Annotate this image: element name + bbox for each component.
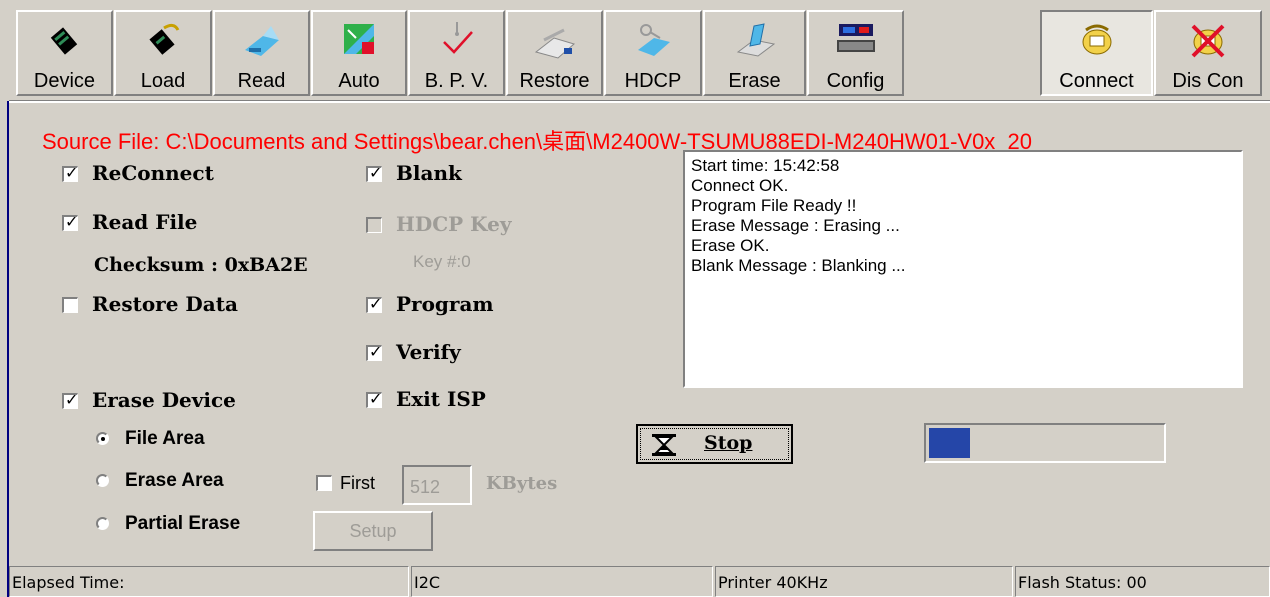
erase-area-label: Erase Area	[125, 470, 224, 491]
chip-icon	[50, 27, 77, 55]
exit-isp-label: Exit ISP	[396, 387, 486, 411]
reconnect-label: ReConnect	[92, 161, 214, 185]
first-checkbox[interactable]: First	[316, 473, 375, 494]
stop-label: Stop	[704, 432, 753, 454]
interface-panel: I2C	[411, 566, 713, 597]
disconnect-phone-icon	[1191, 24, 1225, 58]
auto-button[interactable]: Auto	[311, 10, 407, 96]
bpv-check-icon	[442, 22, 473, 54]
progress-fill	[929, 428, 970, 458]
progress-bar	[924, 423, 1166, 463]
blank-checkbox[interactable]: ✓ Blank	[366, 161, 462, 185]
disconnect-button-label: Dis Con	[1172, 70, 1244, 92]
hourglass-icon	[652, 434, 676, 456]
blank-label: Blank	[396, 161, 462, 185]
verify-checkbox[interactable]: ✓ Verify	[366, 340, 461, 364]
restore-data-label: Restore Data	[92, 292, 238, 316]
restore-icon	[534, 28, 575, 59]
restore-data-checkbox[interactable]: Restore Data	[62, 292, 238, 316]
log-line: Connect OK.	[691, 176, 789, 195]
exit-isp-check-box[interactable]: ✓	[366, 389, 382, 408]
stop-button[interactable]: Stop	[636, 424, 793, 464]
file-area-label: File Area	[125, 428, 205, 449]
erase-area-radio-dot[interactable]	[96, 474, 109, 487]
program-checkbox[interactable]: ✓ Program	[366, 292, 494, 316]
config-button[interactable]: Config	[807, 10, 904, 96]
read-button[interactable]: Read	[213, 10, 310, 96]
kbytes-label: KBytes	[486, 473, 558, 494]
setup-button[interactable]: Setup	[313, 511, 433, 551]
key-number-label: Key #:0	[413, 252, 471, 271]
read-button-label: Read	[237, 70, 286, 92]
device-button[interactable]: Device	[16, 10, 113, 96]
program-check-box[interactable]: ✓	[366, 294, 382, 313]
toolbar-divider	[9, 100, 1270, 103]
first-label: First	[340, 473, 375, 493]
erase-area-radio[interactable]: Erase Area	[96, 470, 224, 492]
auto-icon	[344, 24, 374, 54]
connect-button-label: Connect	[1059, 70, 1134, 92]
first-check-box[interactable]	[316, 475, 332, 491]
hdcp-key-check-box	[366, 217, 382, 233]
erase-device-checkbox[interactable]: ✓ Erase Device	[62, 388, 236, 412]
erase-icon	[736, 23, 775, 57]
config-computer-icon	[836, 24, 875, 52]
load-button-label: Load	[140, 70, 186, 92]
restore-button[interactable]: Restore	[506, 10, 603, 96]
read-icon	[244, 26, 279, 56]
erase-device-label: Erase Device	[92, 388, 236, 412]
read-file-checkbox[interactable]: ✓ Read File	[62, 210, 197, 234]
auto-button-label: Auto	[338, 70, 380, 92]
blank-check-box[interactable]: ✓	[366, 163, 382, 182]
reconnect-checkbox[interactable]: ✓ ReConnect	[62, 161, 214, 185]
file-area-radio-dot[interactable]	[96, 432, 109, 445]
load-button[interactable]: Load	[114, 10, 212, 96]
log-line: Program File Ready !!	[691, 196, 857, 215]
hdcp-button-label: HDCP	[624, 70, 682, 92]
hdcp-button[interactable]: HDCP	[604, 10, 702, 96]
bpv-button[interactable]: B. P. V.	[408, 10, 505, 96]
hdcp-key-label: HDCP Key	[396, 212, 512, 236]
read-file-label: Read File	[92, 210, 198, 234]
restore-data-check-box[interactable]	[62, 297, 78, 313]
program-label: Program	[396, 292, 494, 316]
bpv-button-label: B. P. V.	[424, 70, 489, 92]
partial-erase-radio-dot[interactable]	[96, 517, 109, 530]
log-line: Start time: 15:42:58	[691, 156, 840, 175]
config-button-label: Config	[826, 70, 885, 92]
load-chip-icon	[149, 23, 180, 55]
log-output: Start time: 15:42:58 Connect OK. Program F…	[683, 150, 1243, 388]
erase-device-check-box[interactable]: ✓	[62, 390, 78, 409]
disconnect-button[interactable]: Dis Con	[1154, 10, 1262, 96]
printer-panel: Printer 40KHz	[715, 566, 1013, 597]
hdcp-key-checkbox: HDCP Key	[366, 212, 511, 236]
flash-status-panel: Flash Status: 00	[1015, 566, 1270, 597]
elapsed-time-panel: Elapsed Time:	[9, 566, 409, 597]
toolbar: Device Load Read Auto B. P. V. Restore H…	[0, 0, 1270, 101]
read-file-check-box[interactable]: ✓	[62, 212, 78, 231]
verify-label: Verify	[396, 340, 461, 364]
reconnect-check-box[interactable]: ✓	[62, 163, 78, 182]
restore-button-label: Restore	[519, 70, 590, 92]
first-kbytes-input[interactable]: 512	[402, 465, 472, 505]
partial-erase-label: Partial Erase	[125, 513, 241, 534]
device-button-label: Device	[33, 70, 96, 92]
log-line: Blank Message : Blanking ...	[691, 256, 906, 275]
verify-check-box[interactable]: ✓	[366, 342, 382, 361]
log-line: Erase Message : Erasing ...	[691, 216, 900, 235]
checksum-label: Checksum : 0xBA2E	[94, 254, 308, 276]
exit-isp-checkbox[interactable]: ✓ Exit ISP	[366, 387, 486, 411]
erase-button[interactable]: Erase	[703, 10, 806, 96]
log-line: Erase OK.	[691, 236, 770, 255]
hdcp-key-icon	[638, 24, 670, 56]
file-area-radio[interactable]: File Area	[96, 428, 205, 450]
status-bar: Elapsed Time: I2C Printer 40KHz Flash St…	[9, 564, 1270, 597]
connect-button[interactable]: Connect	[1040, 10, 1153, 96]
erase-button-label: Erase	[728, 70, 781, 92]
connect-phone-icon	[1082, 24, 1111, 55]
partial-erase-radio[interactable]: Partial Erase	[96, 513, 240, 535]
